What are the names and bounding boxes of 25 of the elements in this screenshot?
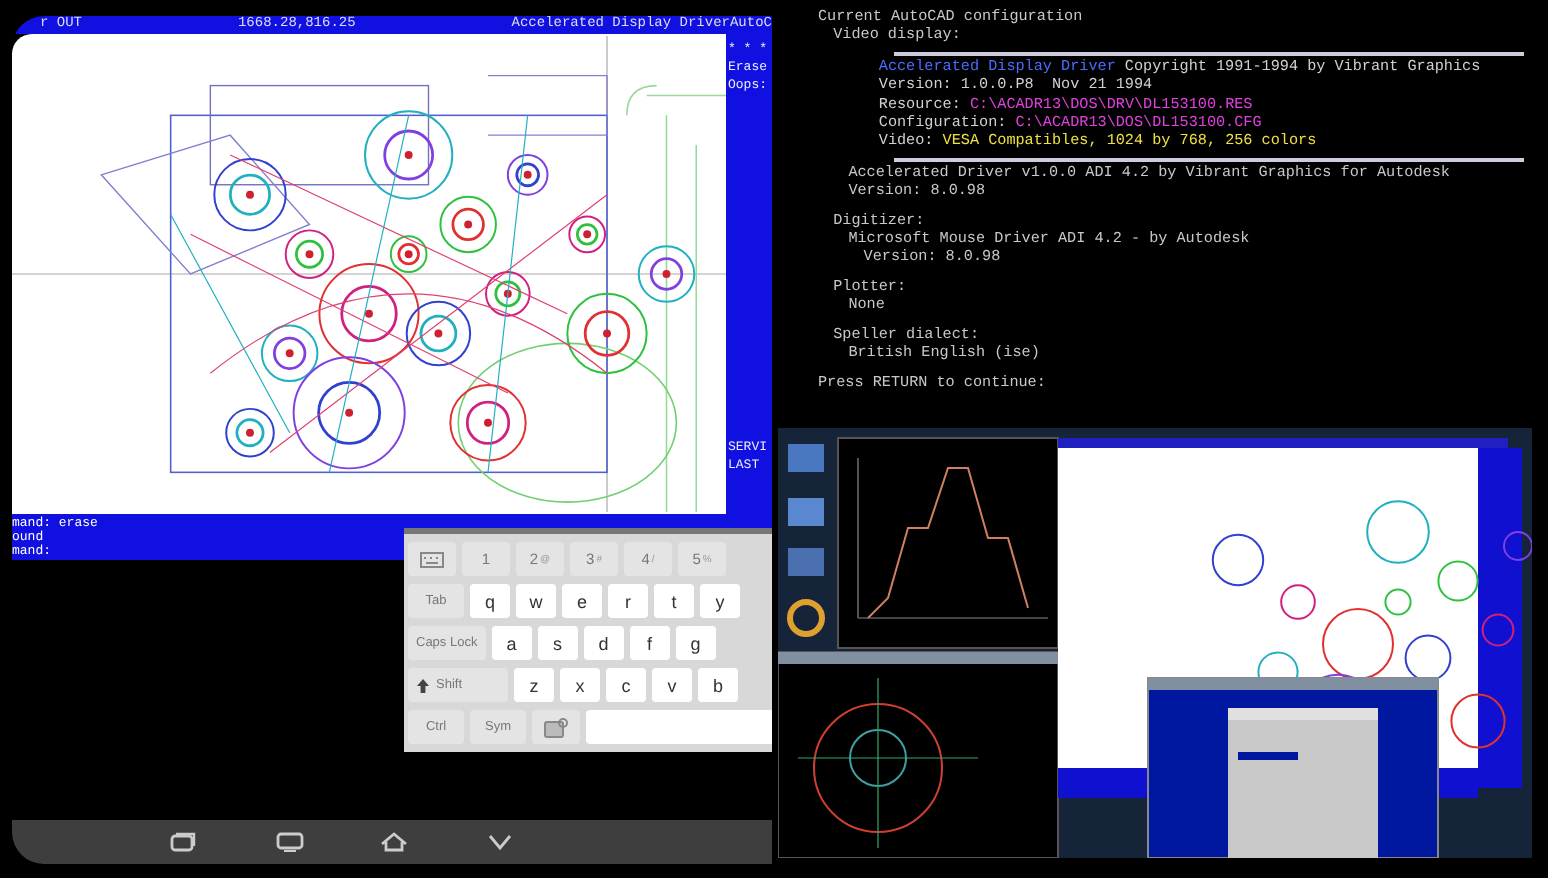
letter-key[interactable]: s <box>537 626 578 660</box>
letter-key[interactable]: r <box>608 584 648 618</box>
letter-key[interactable]: e <box>562 584 602 618</box>
keyboard-icon <box>420 551 444 567</box>
letter-key[interactable]: q <box>470 584 510 618</box>
letter-key[interactable]: c <box>606 668 646 702</box>
letter-key[interactable]: b <box>698 668 738 702</box>
letter-key[interactable]: t <box>654 584 694 618</box>
chevron-down-icon[interactable] <box>486 832 515 852</box>
home-icon[interactable] <box>380 832 409 852</box>
letter-key[interactable]: y <box>700 584 740 618</box>
letter-key[interactable]: f <box>629 626 670 660</box>
letter-key[interactable]: z <box>514 668 554 702</box>
recent-apps-icon[interactable] <box>169 832 198 852</box>
letter-key[interactable]: w <box>516 584 556 618</box>
screen-icon[interactable] <box>275 832 304 852</box>
letter-key[interactable]: a <box>491 626 532 660</box>
letter-key[interactable]: g <box>675 626 716 660</box>
up-arrow-icon <box>416 677 430 693</box>
letter-key[interactable]: v <box>652 668 692 702</box>
letter-key[interactable]: x <box>560 668 600 702</box>
keyboard-settings-key[interactable] <box>408 542 456 576</box>
emoji-icon <box>544 717 568 737</box>
emoji-key[interactable] <box>532 710 580 744</box>
letter-key[interactable]: d <box>583 626 624 660</box>
